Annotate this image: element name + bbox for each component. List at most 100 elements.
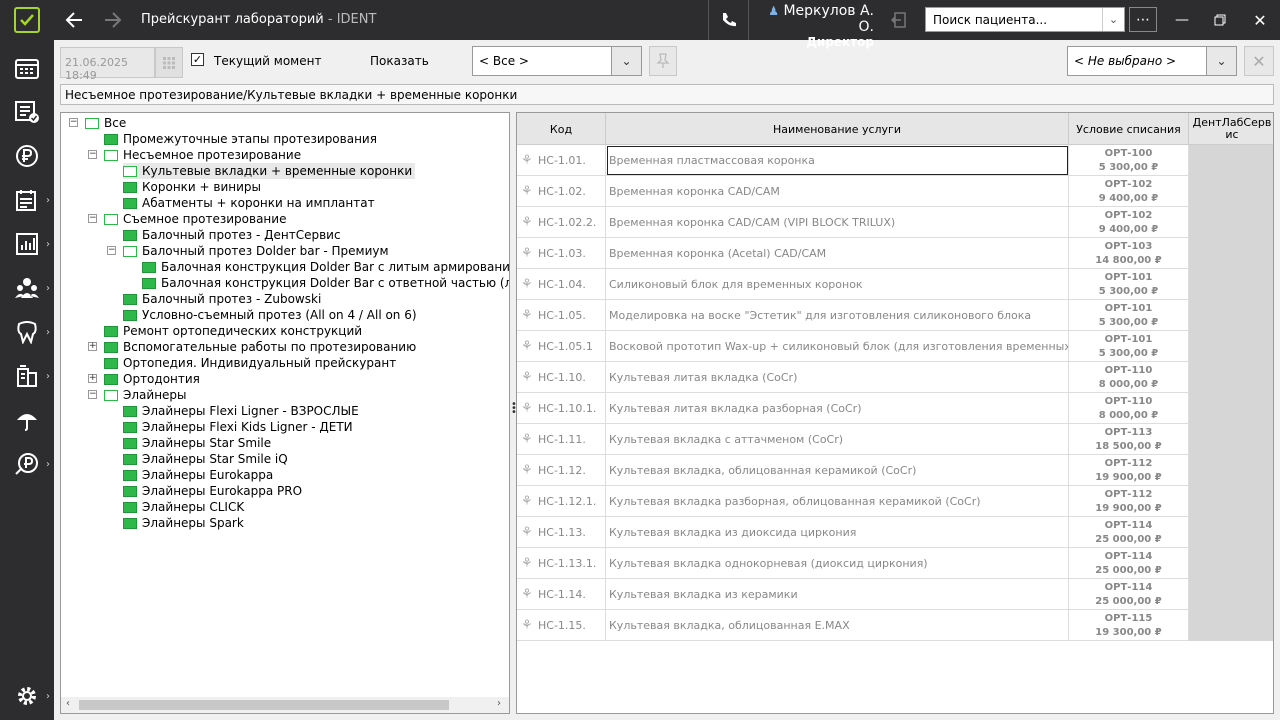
cell-code[interactable]: ⚘ НС-1.05.1 [517, 331, 606, 362]
tree-node[interactable]: Абатменты + коронки на имплантат [123, 195, 378, 211]
collapse-icon[interactable]: − [69, 118, 78, 127]
cell-code[interactable]: ⚘ НС-1.13. [517, 517, 606, 548]
cell-name[interactable]: Культевая вкладка с аттачменом (CoCr) [606, 424, 1069, 455]
expand-icon[interactable]: + [88, 374, 97, 383]
cell-condition[interactable]: ОРТ-110 8 000,00 ₽ [1069, 393, 1189, 424]
cell-lab-price[interactable] [1189, 176, 1273, 207]
table-row[interactable]: ⚘ НС-1.10.1. Культевая литая вкладка разбо… [517, 393, 1273, 424]
tree-node[interactable]: Элайнеры Eurokappa PRO [123, 483, 305, 499]
tree-node[interactable]: − Съемное протезирование [88, 211, 289, 227]
cell-name[interactable]: Культевая вкладка однокорневая (диоксид … [606, 548, 1069, 579]
tree-node[interactable]: − Балочный протез Dolder bar - Премиум [107, 243, 392, 259]
close-icon[interactable]: ✕ [1248, 0, 1272, 40]
logout-icon[interactable] [886, 0, 916, 40]
cell-code[interactable]: ⚘ НС-1.04. [517, 269, 606, 300]
phone-icon[interactable] [712, 0, 746, 40]
cell-lab-price[interactable] [1189, 610, 1273, 641]
cell-lab-price[interactable] [1189, 579, 1273, 610]
cell-condition[interactable]: ОРТ-115 19 300,00 ₽ [1069, 610, 1189, 641]
table-row[interactable]: ⚘ НС-1.01. Временная пластмассовая коронка… [517, 145, 1273, 176]
cell-lab-price[interactable] [1189, 300, 1273, 331]
cell-lab-price[interactable] [1189, 548, 1273, 579]
sidebar-item-documents[interactable]: › [0, 180, 54, 220]
column-header-lab[interactable]: ДентЛабСервис [1189, 113, 1273, 145]
sidebar-item-warehouse[interactable]: › [0, 356, 54, 396]
table-row[interactable]: ⚘ НС-1.14. Культевая вкладка из керамики ОР… [517, 579, 1273, 610]
cell-condition[interactable]: ОРТ-112 19 900,00 ₽ [1069, 455, 1189, 486]
tree-node[interactable]: − Элайнеры [88, 387, 190, 403]
tree-node[interactable]: Ортопедия. Индивидуальный прейскурант [104, 355, 399, 371]
cell-condition[interactable]: ОРТ-100 5 300,00 ₽ [1069, 145, 1189, 176]
cell-condition[interactable]: ОРТ-102 9 400,00 ₽ [1069, 176, 1189, 207]
show-select[interactable]: < Все > ⌄ [472, 46, 642, 76]
arrow-left-icon[interactable] [60, 0, 88, 40]
tree-node[interactable]: Балочный протез - Zubowski [123, 291, 324, 307]
cell-name[interactable]: Культевая вкладка разборная, облицованна… [606, 486, 1069, 517]
cell-condition[interactable]: ОРТ-101 5 300,00 ₽ [1069, 331, 1189, 362]
cell-code[interactable]: ⚘ НС-1.03. [517, 238, 606, 269]
cell-code[interactable]: ⚘ НС-1.10.1. [517, 393, 606, 424]
cell-name[interactable]: Моделировка на воске "Эстетик" для изгот… [606, 300, 1069, 331]
cell-lab-price[interactable] [1189, 362, 1273, 393]
minimize-icon[interactable]: — [1170, 0, 1194, 40]
sidebar-item-staff[interactable]: › [0, 268, 54, 308]
cell-condition[interactable]: ОРТ-101 5 300,00 ₽ [1069, 269, 1189, 300]
collapse-icon[interactable]: − [88, 390, 97, 399]
collapse-icon[interactable]: − [88, 214, 97, 223]
tree-node[interactable]: − Все [69, 115, 129, 131]
cell-name[interactable]: Временная пластмассовая коронка [606, 145, 1069, 176]
sidebar-item-insurance[interactable] [0, 400, 54, 440]
pin-icon[interactable] [649, 46, 677, 76]
cell-lab-price[interactable] [1189, 424, 1273, 455]
tree-node[interactable]: Коронки + виниры [123, 179, 264, 195]
date-field[interactable]: 21.06.2025 18:49 [60, 47, 155, 82]
tree-node[interactable]: Культевые вкладки + временные коронки [123, 163, 416, 179]
clear-lab-icon[interactable]: ✕ [1244, 46, 1274, 76]
cell-condition[interactable]: ОРТ-113 18 500,00 ₽ [1069, 424, 1189, 455]
arrow-right-icon[interactable] [99, 0, 127, 40]
table-row[interactable]: ⚘ НС-1.10. Культевая литая вкладка (CoCr) О… [517, 362, 1273, 393]
sidebar-item-dental[interactable]: › [0, 312, 54, 352]
table-row[interactable]: ⚘ НС-1.13.1. Культевая вкладка однокорнева… [517, 548, 1273, 579]
cell-code[interactable]: ⚘ НС-1.12.1. [517, 486, 606, 517]
table-row[interactable]: ⚘ НС-1.13. Культевая вкладка из диоксида ц… [517, 517, 1273, 548]
sidebar-item-pricelist[interactable]: › [0, 444, 54, 484]
calendar-icon[interactable] [155, 47, 183, 78]
cell-code[interactable]: ⚘ НС-1.02. [517, 176, 606, 207]
cell-condition[interactable]: ОРТ-112 19 900,00 ₽ [1069, 486, 1189, 517]
sidebar-item-reports[interactable]: › [0, 224, 54, 264]
cell-lab-price[interactable] [1189, 145, 1273, 176]
cell-condition[interactable]: ОРТ-110 8 000,00 ₽ [1069, 362, 1189, 393]
tree-node[interactable]: Балочный протез - ДентСервис [123, 227, 344, 243]
scroll-right-icon[interactable]: › [497, 698, 501, 709]
table-row[interactable]: ⚘ НС-1.12.1. Культевая вкладка разборная, … [517, 486, 1273, 517]
sidebar-item-tasks[interactable] [0, 92, 54, 132]
tree-node[interactable]: Элайнеры Spark [123, 515, 247, 531]
panel-splitter[interactable]: • • • [511, 400, 517, 418]
tree-node[interactable]: + Вспомогательные работы по протезировани… [88, 339, 419, 355]
tree-node[interactable]: Элайнеры Star Smile iQ [123, 451, 291, 467]
collapse-icon[interactable]: − [88, 150, 97, 159]
cell-name[interactable]: Восковой прототип Wax-up + силиконовый б… [606, 331, 1069, 362]
chevron-down-icon[interactable]: ⌄ [1206, 47, 1236, 75]
cell-lab-price[interactable] [1189, 455, 1273, 486]
cell-code[interactable]: ⚘ НС-1.12. [517, 455, 606, 486]
column-header-condition[interactable]: Условие списания [1069, 113, 1189, 145]
cell-code[interactable]: ⚘ НС-1.10. [517, 362, 606, 393]
column-header-code[interactable]: Код [517, 113, 606, 145]
tree-node[interactable]: Промежуточные этапы протезирования [104, 131, 380, 147]
tree-node[interactable]: Элайнеры Star Smile [123, 435, 274, 451]
tree-node[interactable]: − Несъемное протезирование [88, 147, 304, 163]
tree-node[interactable]: Элайнеры Flexi Ligner - ВЗРОСЛЫЕ [123, 403, 362, 419]
cell-condition[interactable]: ОРТ-101 5 300,00 ₽ [1069, 300, 1189, 331]
cell-lab-price[interactable] [1189, 331, 1273, 362]
cell-lab-price[interactable] [1189, 207, 1273, 238]
chevron-down-icon[interactable]: ⌄ [1102, 8, 1124, 31]
expand-icon[interactable]: + [88, 342, 97, 351]
cell-lab-price[interactable] [1189, 517, 1273, 548]
cell-condition[interactable]: ОРТ-103 14 800,00 ₽ [1069, 238, 1189, 269]
cell-name[interactable]: Временная коронка CAD/CAM [606, 176, 1069, 207]
tree-node[interactable]: Элайнеры CLICK [123, 499, 247, 515]
cell-code[interactable]: ⚘ НС-1.05. [517, 300, 606, 331]
cell-lab-price[interactable] [1189, 393, 1273, 424]
